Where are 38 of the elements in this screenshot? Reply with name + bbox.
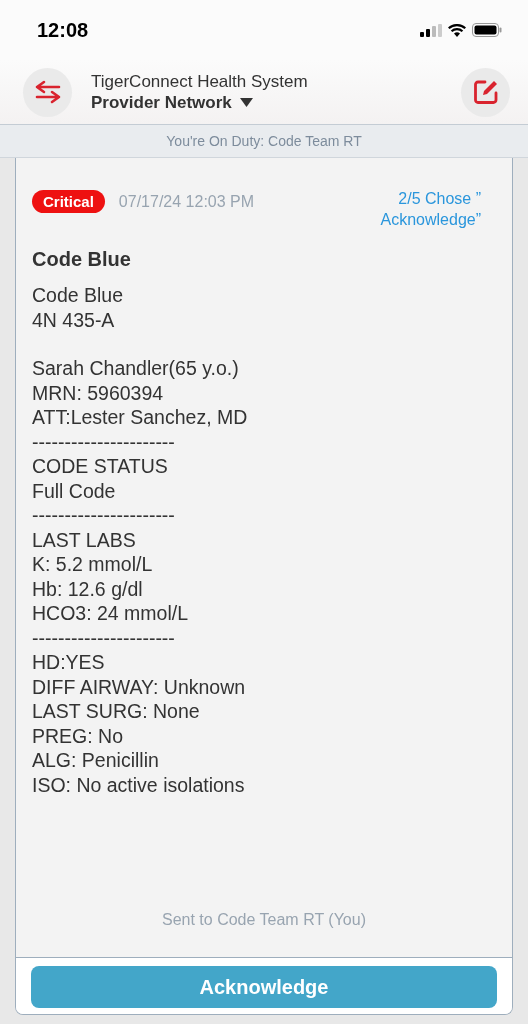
compose-button[interactable] xyxy=(461,67,510,117)
message-line: DIFF AIRWAY: Unknown xyxy=(32,674,247,699)
message-line: HCO3: 24 mmol/L xyxy=(32,601,190,626)
message-line: 4N 435-A xyxy=(32,307,116,332)
compose-icon xyxy=(472,79,499,105)
battery-icon xyxy=(472,23,502,37)
message-line: ---------------------- xyxy=(32,625,176,650)
message-timestamp: 07/17/24 12:03 PM xyxy=(118,193,256,211)
message-line: ATT:Lester Sanchez, MD xyxy=(32,405,249,430)
organization-name: TigerConnect Health System xyxy=(91,71,309,92)
message-line: MRN: 5960394 xyxy=(32,380,165,405)
response-count-link[interactable]: 2/5 Chose ” Acknowledge” xyxy=(341,188,496,230)
message-title: Code Blue xyxy=(32,248,132,271)
message-line: HD:YES xyxy=(32,650,106,675)
signal-icon xyxy=(420,23,442,37)
recipient-text: Sent to Code Team RT (You) xyxy=(161,911,367,930)
dropdown-caret-icon xyxy=(239,98,253,107)
swap-arrows-icon xyxy=(33,80,62,104)
message-line: Sarah Chandler(65 y.o.) xyxy=(32,356,240,381)
priority-badge: Critical xyxy=(32,190,105,213)
message-line: PREG: No xyxy=(32,723,125,748)
duty-banner: You're On Duty: Code Team RT xyxy=(0,125,528,158)
message-line: ALG: Penicillin xyxy=(32,748,160,773)
acknowledge-button[interactable]: Acknowledge xyxy=(31,966,497,1008)
message-line: K: 5.2 mmol/L xyxy=(32,552,154,577)
switch-network-button[interactable] xyxy=(23,67,72,117)
message-line: CODE STATUS xyxy=(32,454,169,479)
message-line: Hb: 12.6 g/dl xyxy=(32,576,144,601)
message-line: ---------------------- xyxy=(32,503,176,528)
message-line: ISO: No active isolations xyxy=(32,772,246,797)
status-time: 12:08 xyxy=(37,18,89,42)
message-line: LAST LABS xyxy=(32,527,137,552)
message-line: ---------------------- xyxy=(32,429,176,454)
network-selector[interactable]: Provider Network xyxy=(91,92,253,113)
message-line: Full Code xyxy=(32,478,117,503)
message-line: LAST SURG: None xyxy=(32,699,201,724)
message-line: Code Blue xyxy=(32,283,125,308)
wifi-icon xyxy=(448,23,466,37)
